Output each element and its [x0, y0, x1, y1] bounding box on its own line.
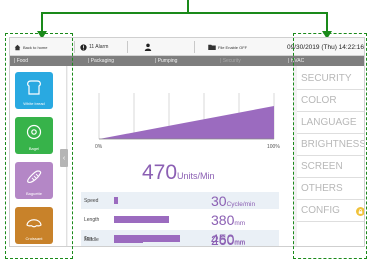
user-icon — [144, 43, 152, 51]
alarm-label: 11 Alarm — [89, 44, 109, 50]
parameter-bar — [114, 197, 118, 204]
highlight-left-panel — [5, 33, 73, 259]
parameter-value: 30Cycle/min — [211, 193, 256, 209]
alarm-indicator[interactable]: 11 Alarm — [80, 38, 108, 56]
topbar-divider — [74, 41, 75, 53]
parameter-row-speed[interactable]: Speed 30Cycle/min — [81, 192, 279, 209]
file-enable-status[interactable]: File Enable OFF — [208, 38, 247, 56]
user-button[interactable] — [144, 38, 152, 56]
speed-unit: Units/Min — [177, 171, 215, 181]
tab-security-label: | Security — [220, 58, 241, 64]
parameter-bar — [114, 216, 169, 223]
tab-security[interactable]: | Security — [220, 56, 241, 66]
topbar-divider — [194, 41, 195, 53]
parameter-row-length[interactable]: Length 380mm — [81, 211, 279, 228]
tab-pumping[interactable]: | Pumping — [155, 56, 177, 66]
tab-packaging[interactable]: | Packaging — [88, 56, 114, 66]
speed-ramp-chart: 0% 100% — [95, 93, 280, 150]
callout-left-drop — [41, 12, 43, 32]
topbar-divider — [127, 41, 128, 53]
callout-horizontal — [41, 12, 327, 14]
folder-icon — [208, 44, 216, 50]
chart-axis-min-label: 0% — [95, 144, 103, 150]
speed-value: 470 — [142, 161, 178, 184]
parameter-label: Length — [84, 216, 100, 223]
chart-axis-max-label: 100% — [267, 144, 280, 150]
tab-pumping-label: | Pumping — [155, 58, 178, 64]
highlight-right-panel — [293, 33, 367, 259]
parameter-label: Speed — [84, 197, 99, 204]
tab-packaging-label: | Packaging — [88, 58, 115, 64]
main-content: 0% 100% 470Units/Min Speed 30Cycle/min L… — [68, 66, 293, 246]
parameter-row-middle[interactable]: Middle 260mm — [81, 231, 279, 247]
callout-right-drop — [326, 12, 328, 32]
parameter-bar — [114, 236, 143, 243]
parameter-label: Middle — [84, 236, 99, 243]
speed-readout: 470Units/Min — [142, 161, 215, 185]
alarm-icon — [80, 43, 87, 51]
speed-ramp-area — [99, 106, 274, 139]
parameter-value: 260mm — [211, 232, 246, 247]
file-enable-label: File Enable OFF — [218, 44, 248, 50]
parameter-value: 380mm — [211, 212, 246, 228]
